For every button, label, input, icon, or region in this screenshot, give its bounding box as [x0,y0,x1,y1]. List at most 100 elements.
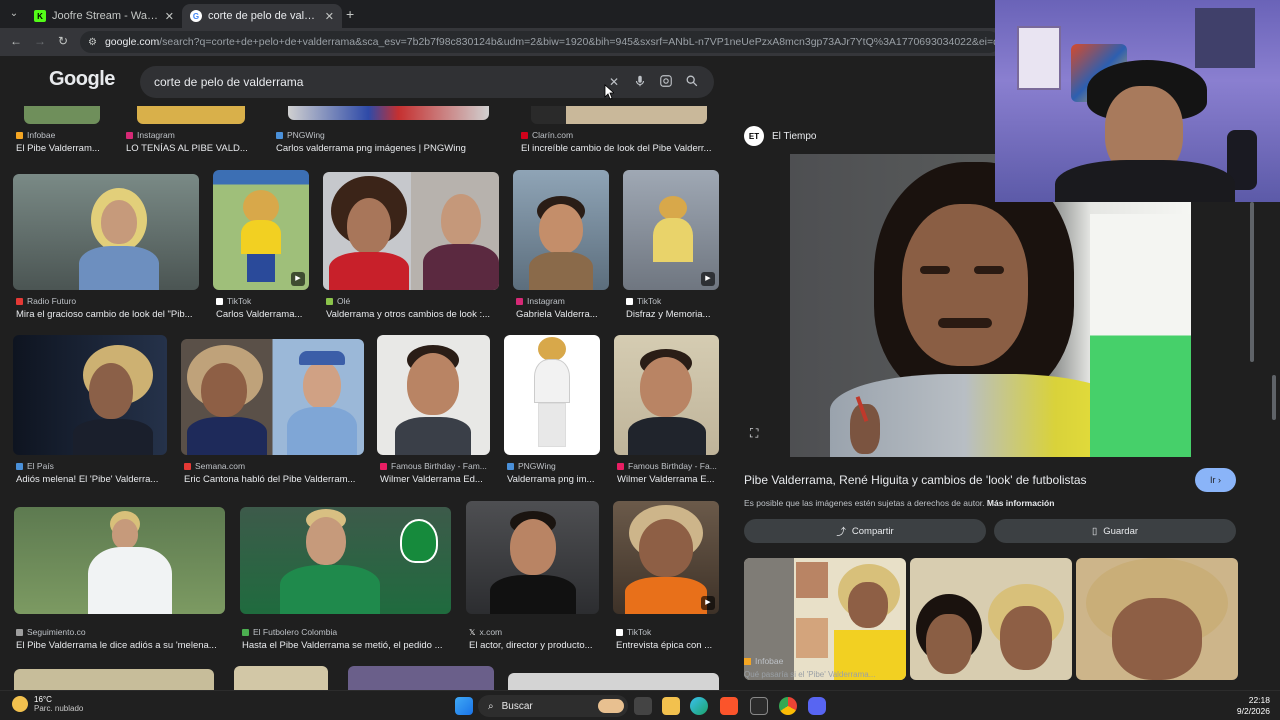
result-caption[interactable]: Gabriela Valderra... [516,309,608,320]
back-icon[interactable]: ← [10,34,22,48]
search-icon[interactable] [684,74,700,90]
result-source[interactable]: Clarín.com [521,130,573,140]
system-clock[interactable]: 22:18 9/2/2026 [1237,695,1270,717]
close-tab-icon[interactable]: ✕ [165,10,174,23]
result-thumbnail[interactable] [466,501,599,614]
result-source[interactable]: Olé [326,296,350,306]
result-caption[interactable]: Valderrama png im... [507,474,601,485]
close-tab-icon[interactable]: ✕ [325,10,334,23]
result-source[interactable]: El Futbolero Colombia [242,627,337,637]
result-thumbnail[interactable] [531,106,707,124]
panel-source[interactable]: ET El Tiempo [744,126,816,146]
result-thumbnail[interactable] [348,666,494,690]
new-tab-icon[interactable]: + [346,6,354,22]
address-bar[interactable]: ⚙ google.com/search?q=corte+de+pelo+de+v… [80,31,1000,53]
result-source[interactable]: PNGWing [507,461,556,471]
result-source[interactable]: Seguimiento.co [16,627,86,637]
page-scrollbar[interactable] [1272,375,1276,420]
result-thumbnail[interactable] [181,339,364,455]
result-thumbnail[interactable]: ▶ [623,170,719,290]
result-caption[interactable]: El Pibe Valderrama le dice adiós a su 'm… [16,640,226,651]
visit-button[interactable]: Ir › [1195,468,1236,492]
result-thumbnail[interactable] [14,507,225,614]
result-thumbnail[interactable] [508,673,719,690]
result-source[interactable]: TikTok [616,627,651,637]
result-thumbnail[interactable] [513,170,609,290]
site-info-icon[interactable]: ⚙ [88,37,97,48]
result-caption[interactable]: Valderrama y otros cambios de look :... [326,309,496,320]
result-thumbnail[interactable] [24,106,100,124]
result-source[interactable]: Instagram [516,296,565,306]
brave-icon[interactable] [720,697,738,715]
share-button[interactable]: ⤴ Compartir [744,519,986,543]
result-source[interactable]: 𝕏x.com [469,627,502,637]
result-caption[interactable]: Disfraz y Memoria... [626,309,718,320]
source-favicon-icon [276,131,283,139]
result-caption[interactable]: Carlos valderrama png imágenes | PNGWing [276,143,501,154]
related-caption[interactable]: Qué pasaría si el 'Pibe' Valderrama... [744,670,875,679]
discord-icon[interactable] [808,697,826,715]
search-box[interactable]: corte de pelo de valderrama ✕ [140,66,714,98]
result-caption[interactable]: Eric Cantona habló del Pibe Valderram... [184,474,364,485]
google-logo[interactable]: Google [49,68,115,91]
tab-search-icon[interactable]: ⌄ [6,6,22,22]
result-caption[interactable]: Hasta el Pibe Valderrama se metió, el pe… [242,640,452,651]
save-button[interactable]: ▯ Guardar [994,519,1236,543]
panel-title[interactable]: Pibe Valderrama, René Higuita y cambios … [744,473,1087,487]
result-caption[interactable]: Wilmer Valderrama Ed... [380,474,490,485]
result-thumbnail[interactable] [288,106,489,120]
result-source[interactable]: TikTok [626,296,661,306]
result-thumbnail[interactable] [240,507,451,614]
result-source[interactable]: El País [16,461,54,471]
result-caption[interactable]: Carlos Valderrama... [216,309,308,320]
result-source[interactable]: PNGWing [276,130,325,140]
result-caption[interactable]: Entrevista épica con ... [616,640,718,651]
search-input[interactable]: corte de pelo de valderrama [154,75,596,89]
result-source[interactable]: Famous Birthday - Fam... [380,461,487,471]
result-thumbnail[interactable] [13,174,199,290]
reload-icon[interactable]: ↻ [58,34,68,48]
result-caption[interactable]: LO TENÍAS AL PIBE VALD... [126,143,256,154]
microphone-icon[interactable] [632,74,648,90]
search-highlight-icon [598,699,624,713]
settings-gear-icon[interactable] [750,697,768,715]
result-caption[interactable]: Adiós melena! El 'Pibe' Valderra... [16,474,166,485]
result-thumbnail[interactable] [504,335,600,455]
edge-icon[interactable] [690,697,708,715]
related-image[interactable] [910,558,1072,680]
weather-widget[interactable]: 16°C Parc. nublado [12,695,83,713]
result-thumbnail[interactable]: ▶ [613,501,719,614]
related-image[interactable] [1076,558,1238,680]
file-explorer-icon[interactable] [662,697,680,715]
more-info-link[interactable]: Más información [987,498,1055,508]
result-thumbnail[interactable] [614,335,719,455]
chrome-icon[interactable] [779,697,797,715]
result-source[interactable]: Radio Futuro [16,296,76,306]
result-caption[interactable]: Wilmer Valderrama E... [617,474,719,485]
result-thumbnail[interactable] [377,335,490,455]
result-thumbnail[interactable]: ▶ [213,170,309,290]
lens-icon[interactable] [658,74,674,90]
result-thumbnail[interactable] [234,666,328,690]
windows-start-icon[interactable] [455,697,473,715]
result-caption[interactable]: Mira el gracioso cambio de look del "Pib… [16,309,198,320]
panel-scrollbar[interactable] [1250,202,1254,362]
result-source[interactable]: Semana.com [184,461,245,471]
result-caption[interactable]: El Pibe Valderram... [16,143,116,154]
result-source[interactable]: Infobae [16,130,55,140]
result-source[interactable]: Instagram [126,130,175,140]
result-thumbnail[interactable] [13,335,167,455]
result-source[interactable]: TikTok [216,296,251,306]
result-thumbnail[interactable] [323,172,499,290]
result-caption[interactable]: El actor, director y producto... [469,640,599,651]
related-source[interactable]: Infobae [744,656,783,666]
tab-google-search[interactable]: G corte de pelo de valderrama - B ✕ [182,4,342,28]
result-thumbnail[interactable] [137,106,245,124]
result-thumbnail[interactable] [14,669,214,690]
tab-joofre-stream[interactable]: K Joofre Stream - Watch Live on K ✕ [26,4,182,28]
task-view-icon[interactable] [634,697,652,715]
result-caption[interactable]: El increíble cambio de look del Pibe Val… [521,143,717,154]
result-source[interactable]: Famous Birthday - Fa... [617,461,717,471]
forward-icon[interactable]: → [34,34,46,48]
lens-search-icon[interactable]: ⛶ [750,426,758,441]
